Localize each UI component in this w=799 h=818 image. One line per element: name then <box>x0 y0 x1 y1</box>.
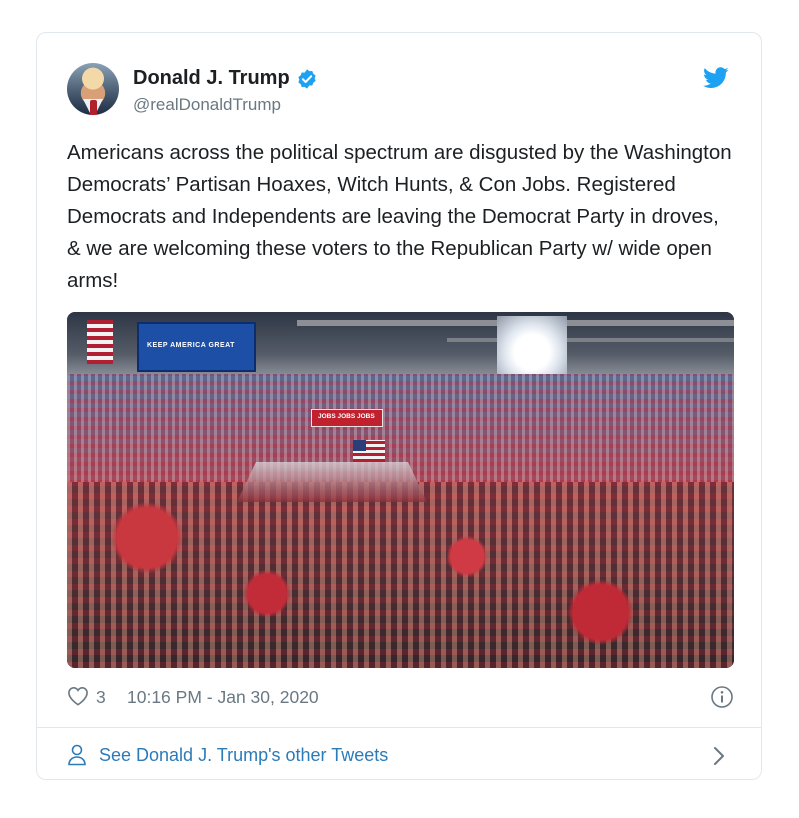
more-tweets-link[interactable]: See Donald J. Trump's other Tweets <box>67 743 731 769</box>
chevron-right-icon[interactable] <box>712 745 726 767</box>
author-name-row[interactable]: Donald J. Trump <box>133 67 318 90</box>
author-avatar[interactable] <box>67 63 119 115</box>
tweet-photo[interactable]: KEEP AMERICA GREAT JOBS JOBS JOBS <box>67 312 734 668</box>
stage-sign: JOBS JOBS JOBS <box>311 409 383 427</box>
author-handle[interactable]: @realDonaldTrump <box>133 95 318 115</box>
avatar-tie <box>90 100 97 115</box>
stage-flag <box>353 440 385 462</box>
stage-sign-text: JOBS JOBS JOBS <box>318 413 375 420</box>
author-info[interactable]: Donald J. Trump @realDonaldTrump <box>133 67 318 115</box>
arena-screen: KEEP AMERICA GREAT <box>137 322 256 372</box>
lighting-truss-secondary <box>447 338 734 342</box>
person-icon <box>68 744 86 766</box>
tweet-footer: 3 10:16 PM - Jan 30, 2020 <box>67 683 734 713</box>
footer-divider <box>37 727 761 728</box>
like-count[interactable]: 3 <box>96 687 106 708</box>
twitter-bird-icon[interactable] <box>703 67 729 89</box>
stage <box>237 462 427 502</box>
stage-light <box>497 316 567 376</box>
screen-text: KEEP AMERICA GREAT <box>147 342 235 349</box>
more-tweets-label[interactable]: See Donald J. Trump's other Tweets <box>99 745 388 766</box>
info-icon[interactable] <box>710 685 734 709</box>
heart-icon[interactable] <box>67 686 89 706</box>
crowd-floor <box>67 482 734 668</box>
tweet-card: Donald J. Trump @realDonaldTrump America… <box>36 32 762 780</box>
tweet-text: Americans across the political spectrum … <box>67 141 732 292</box>
verified-badge-icon <box>298 68 316 89</box>
tweet-header: Donald J. Trump @realDonaldTrump <box>67 63 731 119</box>
tweet-timestamp[interactable]: 10:16 PM - Jan 30, 2020 <box>127 687 319 708</box>
hanging-flag <box>87 320 113 364</box>
author-name[interactable]: Donald J. Trump <box>133 67 290 90</box>
